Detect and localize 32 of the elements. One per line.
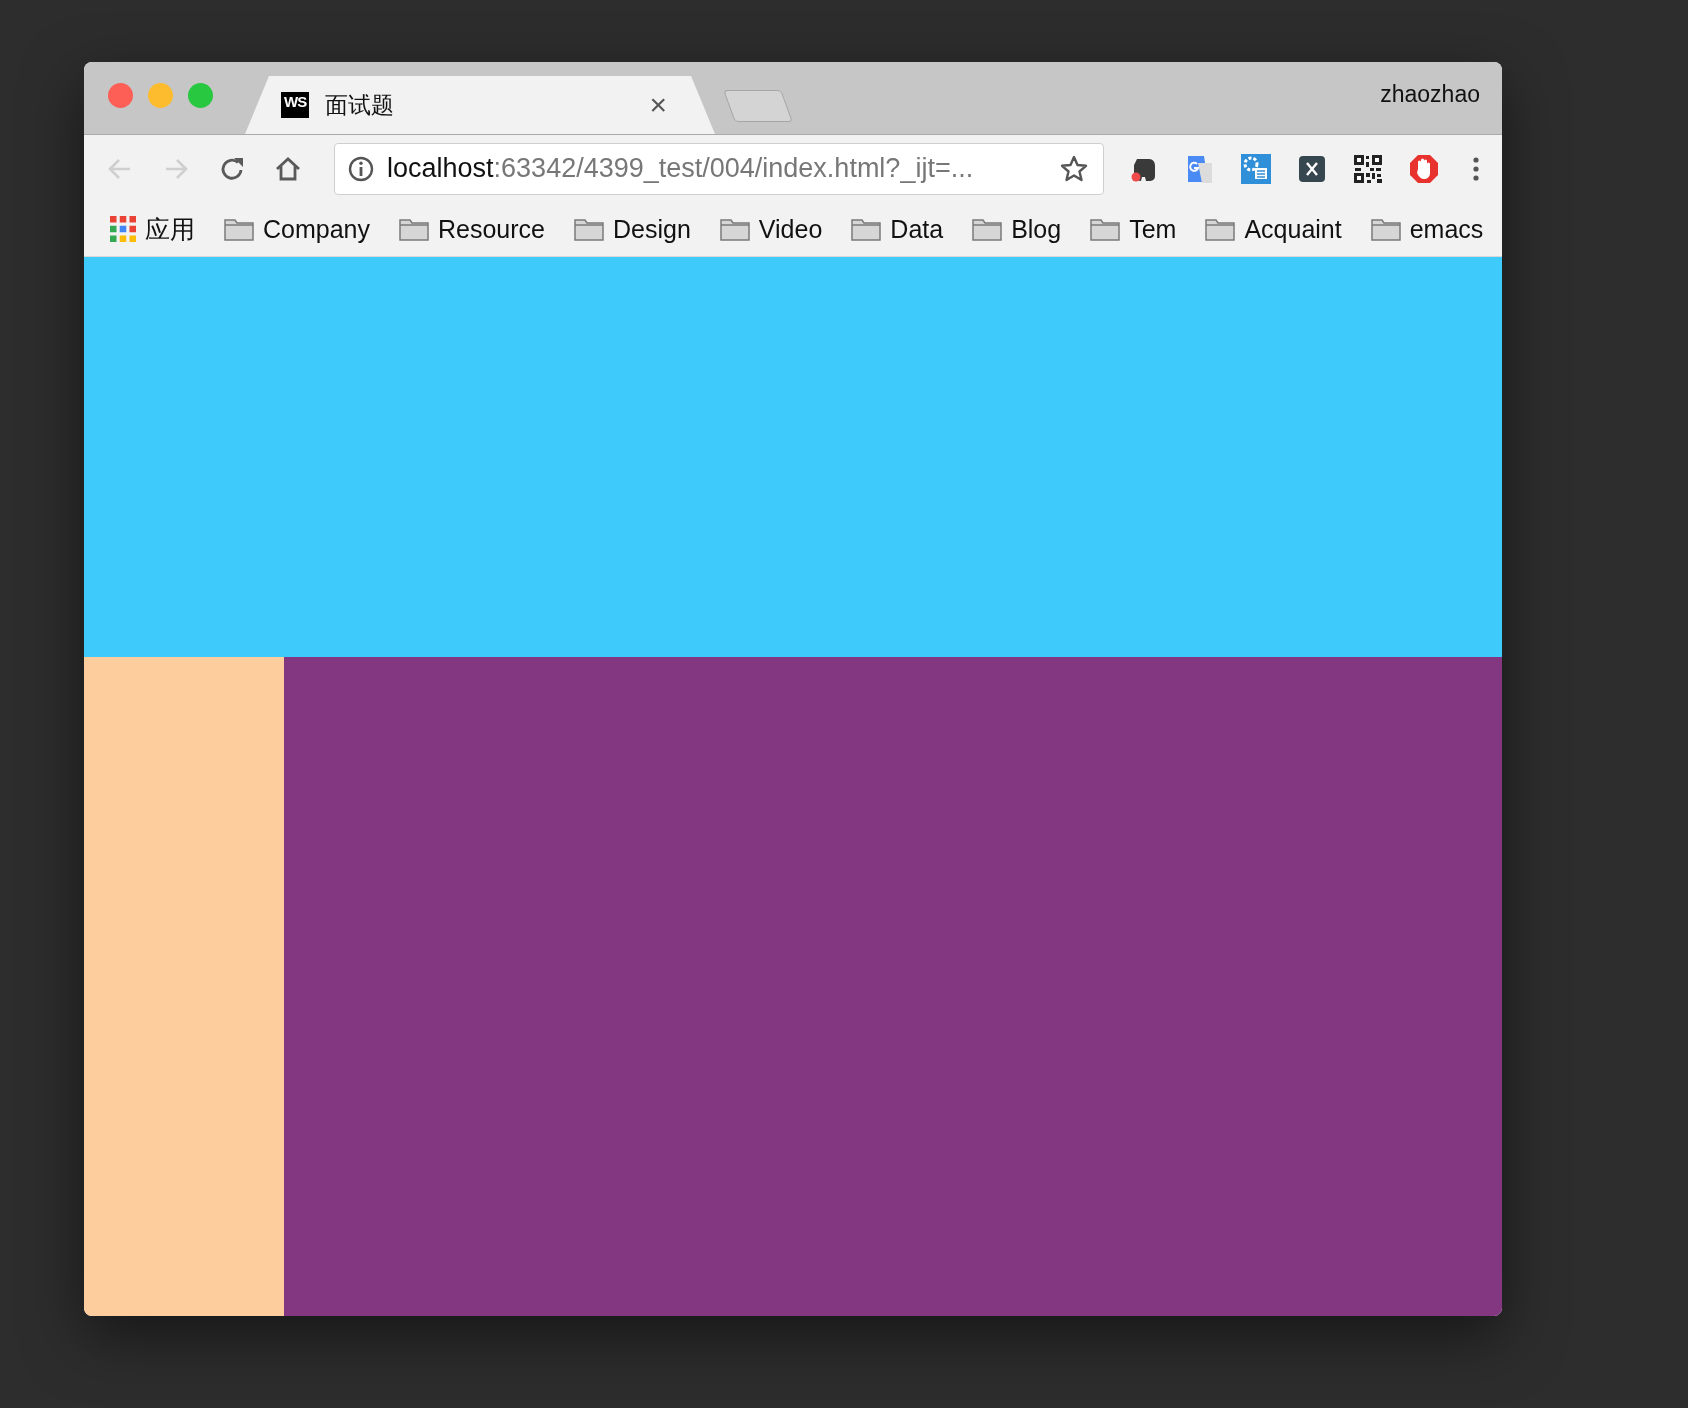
folder-icon (1205, 217, 1236, 241)
gear-list-icon[interactable] (1240, 152, 1272, 185)
folder-icon (972, 217, 1003, 241)
bookmark[interactable]: Blog (972, 214, 1062, 244)
bookmark[interactable]: Data (851, 214, 944, 244)
bookmark[interactable]: Tem (1090, 214, 1177, 244)
tab-favicon: WS (281, 92, 310, 118)
bookmark[interactable]: 应用 (110, 212, 195, 246)
info-icon[interactable] (347, 154, 375, 183)
folder-icon (1090, 217, 1121, 241)
tab-title: 面试题 (325, 90, 395, 120)
folder-icon (1370, 217, 1401, 241)
bookmark[interactable]: Company (224, 214, 370, 244)
folder-icon (224, 217, 254, 241)
bookmark[interactable]: Resource (399, 214, 545, 244)
apps-grid-icon (110, 216, 136, 242)
profile-name[interactable]: zhaozhao (1380, 80, 1502, 116)
star-icon[interactable] (1059, 153, 1089, 184)
stop-hand-icon[interactable] (1408, 152, 1440, 185)
bookmark[interactable]: Acquaint (1205, 214, 1342, 244)
tab[interactable]: WS 面试题 × (245, 76, 715, 134)
folder-icon (851, 217, 882, 241)
address-bar[interactable]: localhost:63342/4399_test/004/index.html?_ijt=... (334, 142, 1104, 195)
folder-icon (719, 217, 750, 241)
folder-icon (574, 217, 604, 241)
folder-icon (399, 217, 429, 241)
bookmark[interactable]: Video (719, 214, 823, 244)
qr-code-icon[interactable] (1352, 152, 1384, 185)
url-text: localhost:63342/4399_test/004/index.html?_ijt=... (387, 153, 975, 184)
bookmark[interactable]: emacs (1370, 214, 1484, 244)
tab-close-button[interactable]: × (649, 90, 667, 120)
bookmark[interactable]: Design (574, 214, 691, 244)
